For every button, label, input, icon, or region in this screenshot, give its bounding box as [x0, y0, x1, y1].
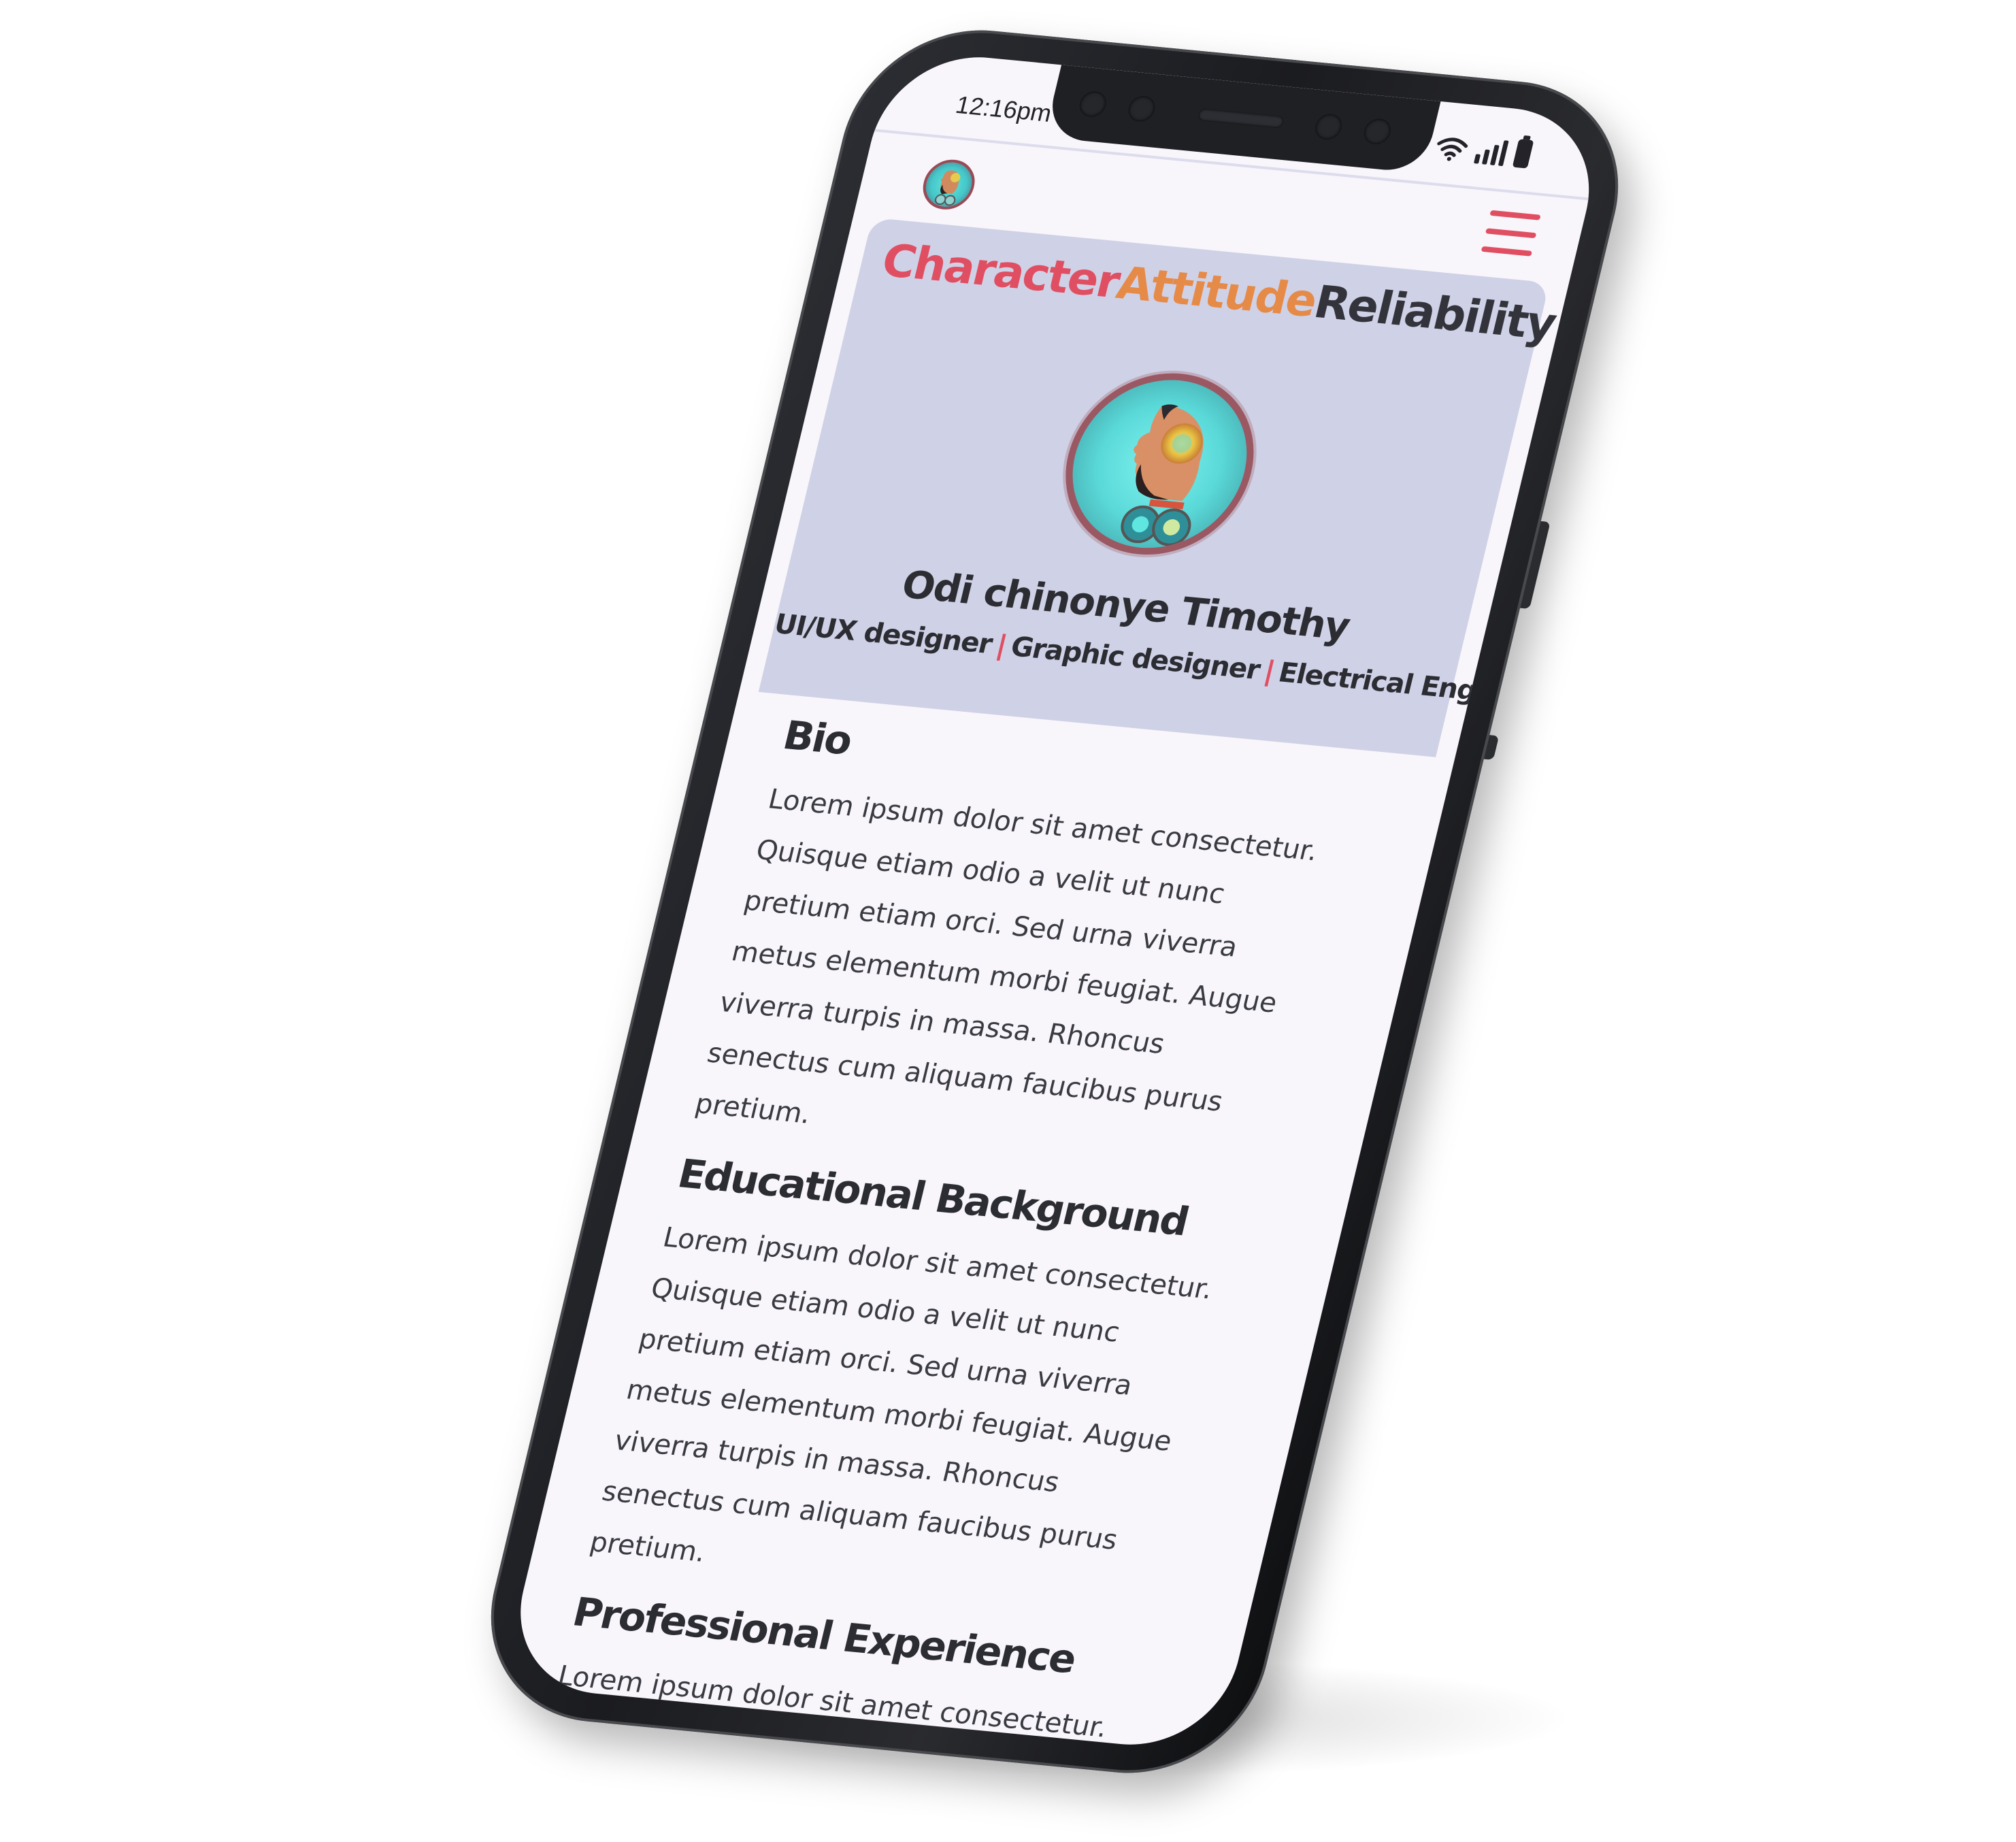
- front-camera: [1312, 112, 1345, 141]
- tagline-attitude: Attitude: [1112, 257, 1322, 327]
- tagline-reliability: Reliability: [1309, 276, 1561, 350]
- profile-hero: Character Attitude Reliability Odi chino…: [758, 217, 1561, 757]
- role-electrical: Electrical Engr.: [1275, 657, 1498, 709]
- earpiece-speaker: [1197, 108, 1285, 129]
- signal-icon: [1473, 138, 1509, 167]
- status-time: 12:16pm: [953, 91, 1055, 127]
- avatar-logo[interactable]: [918, 157, 980, 212]
- bio-body: Lorem ipsum dolor sit amet consectetur. …: [692, 783, 1321, 1130]
- phone-device: 12:16pm Character Attitude Reliability O…: [465, 19, 1644, 1784]
- hamburger-menu-icon[interactable]: [1481, 210, 1541, 257]
- profile-content: Bio Lorem ipsum dolor sit amet consectet…: [501, 707, 1451, 1754]
- education-body: Lorem ipsum dolor sit amet consectetur. …: [586, 1221, 1216, 1568]
- role-graphic: Graphic designer: [1007, 631, 1263, 686]
- wifi-icon: [1437, 137, 1468, 161]
- avatar-illustration: [935, 170, 961, 206]
- tagline-character: Character: [876, 234, 1125, 309]
- battery-icon: [1512, 139, 1534, 169]
- sensor-dot: [1125, 95, 1158, 123]
- profile-avatar: [1046, 365, 1273, 563]
- sensor-dot: [1076, 90, 1109, 118]
- profile-illustration: [1121, 404, 1204, 546]
- status-icons: [1433, 131, 1534, 169]
- role-uiux: UI/UX designer: [771, 608, 995, 660]
- mockup-stage: 12:16pm Character Attitude Reliability O…: [0, 0, 2016, 1842]
- sensor-dot: [1361, 117, 1393, 146]
